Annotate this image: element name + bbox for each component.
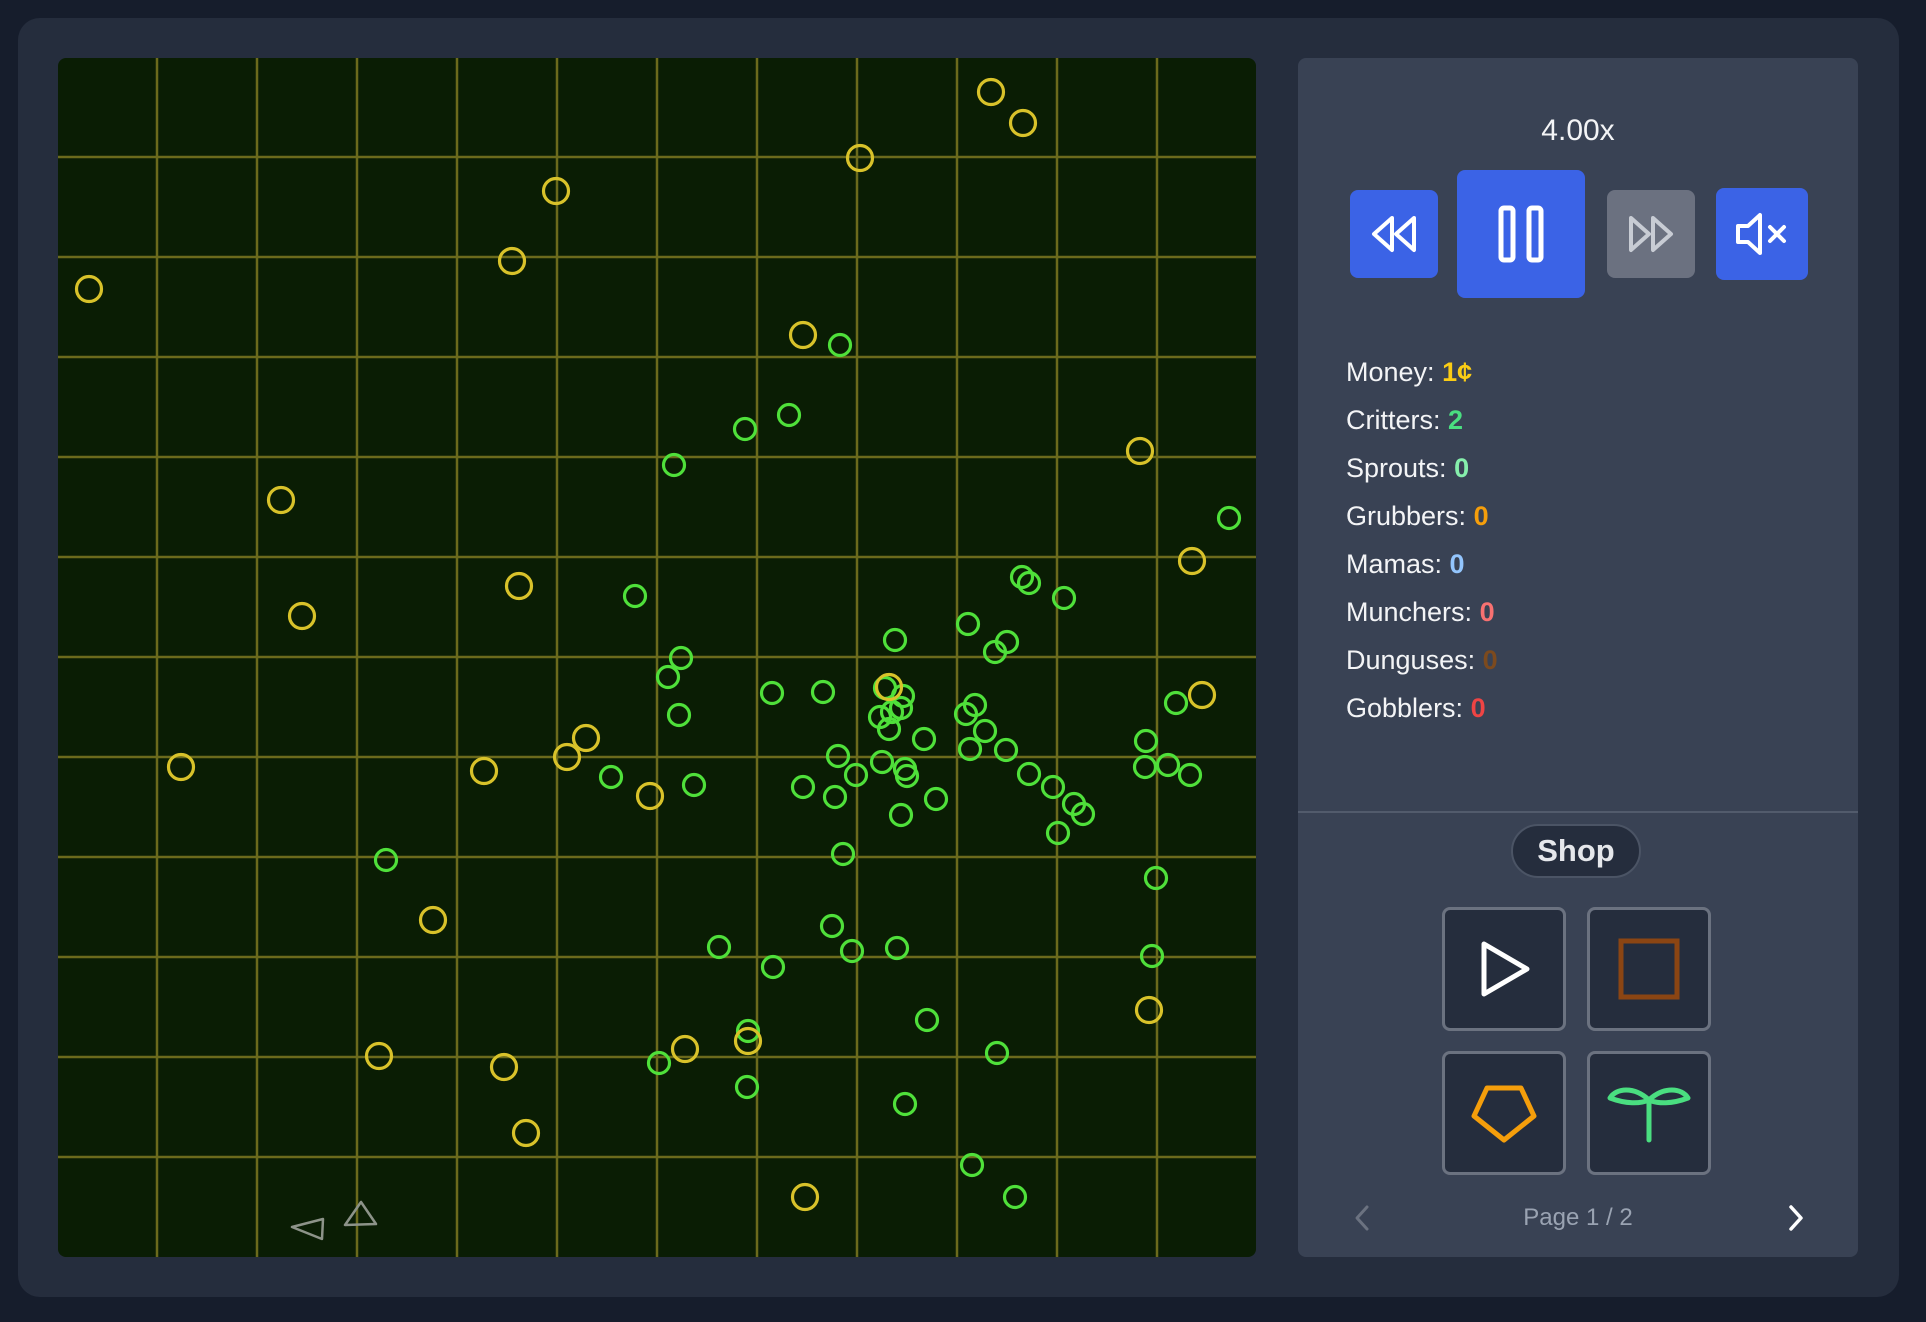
sprout-food[interactable] [1216, 505, 1242, 531]
food-pellet[interactable] [1125, 436, 1155, 466]
food-pellet[interactable] [1177, 546, 1207, 576]
sprout-food[interactable] [1016, 761, 1042, 787]
mute-button[interactable] [1716, 188, 1808, 280]
food-pellet[interactable] [418, 905, 448, 935]
sprout-food[interactable] [810, 679, 836, 705]
panel-divider [1298, 811, 1858, 813]
stat-grubbers: Grubbers: 0 [1346, 501, 1489, 531]
fast-forward-button[interactable] [1607, 190, 1695, 278]
food-pellet[interactable] [788, 320, 818, 350]
food-pellet[interactable] [469, 756, 499, 786]
rewind-button[interactable] [1350, 190, 1438, 278]
sprout-food[interactable] [598, 764, 624, 790]
sprout-food[interactable] [776, 402, 802, 428]
food-pellet[interactable] [74, 274, 104, 304]
sprout-food[interactable] [760, 954, 786, 980]
chevron-right-icon [1789, 1205, 1803, 1231]
critter[interactable] [343, 1200, 378, 1227]
stat-critters: Critters: 2 [1346, 405, 1464, 435]
sprout-food[interactable] [830, 841, 856, 867]
sprout-food[interactable] [984, 1040, 1010, 1066]
stat-gobblers: Gobblers: 0 [1346, 693, 1486, 723]
sprout-food[interactable] [882, 627, 908, 653]
shop-item-critter[interactable] [1442, 907, 1566, 1031]
sprout-food[interactable] [839, 938, 865, 964]
stat-mamas: Mamas: 0 [1346, 549, 1465, 579]
sprout-food[interactable] [914, 1007, 940, 1033]
food-pellet[interactable] [504, 571, 534, 601]
sprout-food[interactable] [706, 934, 732, 960]
sprout-food[interactable] [955, 611, 981, 637]
square-icon [1618, 938, 1680, 1000]
food-pellet[interactable] [287, 601, 317, 631]
shop-title: Shop [1511, 824, 1641, 878]
stat-dunguses: Dunguses: 0 [1346, 645, 1498, 675]
pentagon-icon [1471, 1085, 1537, 1143]
sprout-food[interactable] [911, 726, 937, 752]
sprout-food[interactable] [884, 935, 910, 961]
sprout-food[interactable] [972, 718, 998, 744]
sprout-food[interactable] [819, 913, 845, 939]
food-pellet[interactable] [571, 723, 601, 753]
board-canvas[interactable] [58, 58, 1256, 1257]
shop-item-grubber[interactable] [1442, 1051, 1566, 1175]
sprout-food[interactable] [759, 680, 785, 706]
game-board[interactable] [58, 58, 1256, 1257]
sprout-food[interactable] [666, 702, 692, 728]
food-pellet[interactable] [790, 1182, 820, 1212]
food-pellet[interactable] [1008, 108, 1038, 138]
rewind-icon [1372, 216, 1416, 252]
stat-sprouts: Sprouts: 0 [1346, 453, 1470, 483]
triangle-play-icon [1481, 941, 1530, 997]
food-pellet[interactable] [635, 781, 665, 811]
sprout-food[interactable] [646, 1050, 672, 1076]
shop-item-dungus[interactable] [1587, 907, 1711, 1031]
sprout-food[interactable] [923, 786, 949, 812]
food-pellet[interactable] [511, 1118, 541, 1148]
sprout-food[interactable] [1177, 762, 1203, 788]
sprout-food[interactable] [790, 774, 816, 800]
food-pellet[interactable] [976, 77, 1006, 107]
sprout-food[interactable] [869, 749, 895, 775]
sprout-food[interactable] [827, 332, 853, 358]
sprout-food[interactable] [681, 772, 707, 798]
sprout-food[interactable] [892, 1091, 918, 1117]
stat-money: Money: 1¢ [1346, 357, 1473, 387]
sprout-food[interactable] [373, 847, 399, 873]
sprout-food[interactable] [734, 1074, 760, 1100]
stats-list: Money: 1¢ Critters: 2 Sprouts: 0 Grubber… [1346, 348, 1498, 732]
sprout-food[interactable] [1132, 754, 1158, 780]
volume-mute-icon [1736, 213, 1786, 255]
sprout-food[interactable] [622, 583, 648, 609]
stat-munchers: Munchers: 0 [1346, 597, 1495, 627]
sprout-food[interactable] [888, 802, 914, 828]
fast-forward-icon [1629, 216, 1673, 252]
food-pellet[interactable] [1187, 680, 1217, 710]
next-page-button[interactable] [1778, 1198, 1814, 1238]
sprout-food[interactable] [822, 784, 848, 810]
page-indicator: Page 1 / 2 [1523, 1204, 1633, 1231]
sprout-food[interactable] [1002, 1184, 1028, 1210]
sprout-food[interactable] [1040, 774, 1066, 800]
sprout-food[interactable] [1133, 728, 1159, 754]
control-panel: 4.00x Money: 1¢ Critters: 2 Sprouts: 0 G… [1298, 58, 1858, 1257]
sprout-food[interactable] [732, 416, 758, 442]
sprout-icon [1607, 1087, 1691, 1143]
critter[interactable] [290, 1217, 325, 1241]
speed-readout: 4.00x [1541, 114, 1615, 147]
sprout-food[interactable] [1163, 690, 1189, 716]
food-pellet[interactable] [497, 246, 527, 276]
pause-icon [1498, 205, 1544, 263]
pause-button[interactable] [1457, 170, 1585, 298]
sprout-food[interactable] [655, 664, 681, 690]
food-pellet[interactable] [266, 485, 296, 515]
shop-item-sprout[interactable] [1587, 1051, 1711, 1175]
